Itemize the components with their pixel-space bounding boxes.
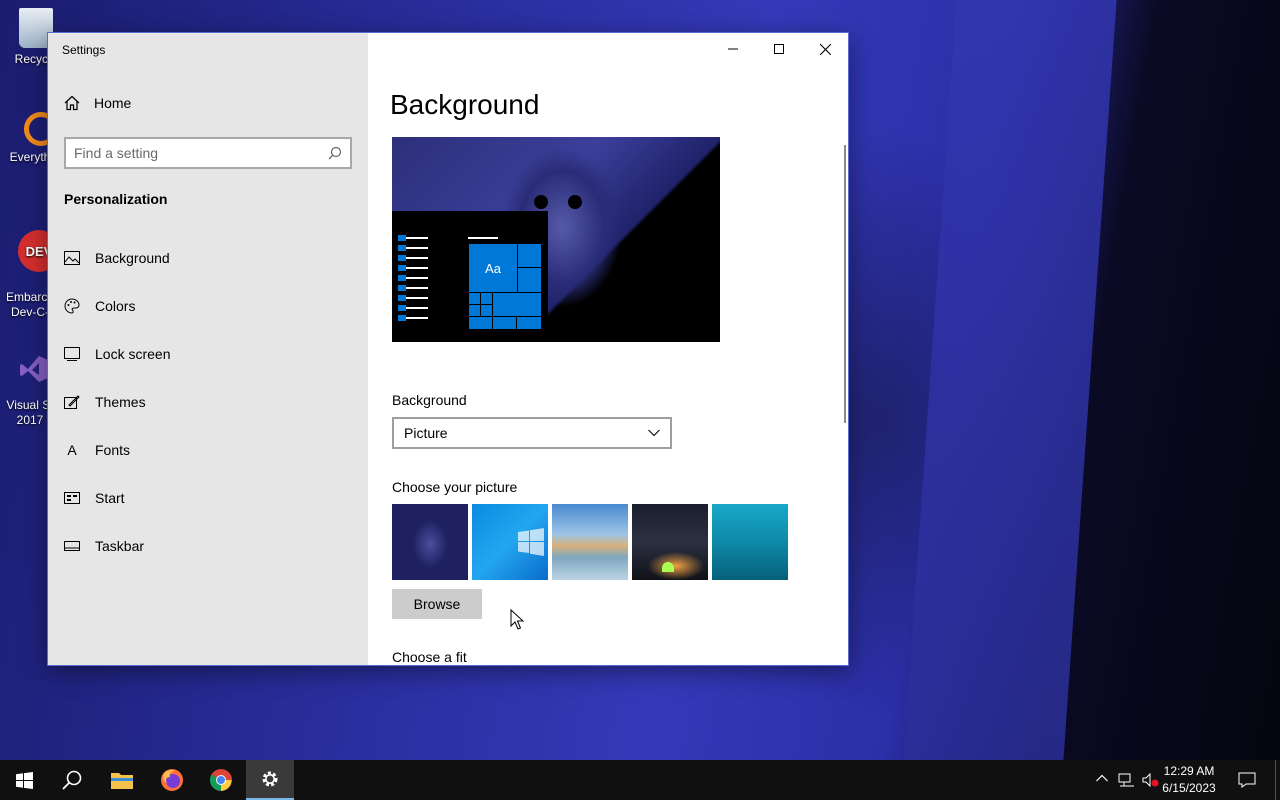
settings-taskbar-button[interactable]	[246, 760, 294, 800]
taskbar-icon	[64, 538, 80, 554]
preview-tile: Aa	[468, 243, 518, 293]
action-center-icon[interactable]	[1238, 772, 1256, 791]
window-title: Settings	[62, 43, 106, 57]
browse-button[interactable]: Browse	[392, 589, 482, 619]
thumbnail-windows-blue[interactable]	[472, 504, 548, 580]
folder-icon	[111, 773, 133, 789]
brush-icon	[64, 394, 80, 410]
preview-app-list	[398, 235, 428, 327]
sidebar-item-themes[interactable]: Themes	[48, 382, 368, 422]
sidebar-item-fonts[interactable]: A Fonts	[48, 430, 368, 470]
sidebar-item-label: Taskbar	[95, 538, 145, 554]
sidebar-item-lock-screen[interactable]: Lock screen	[48, 334, 368, 374]
start-button[interactable]	[0, 760, 48, 800]
choose-picture-label: Choose your picture	[392, 479, 518, 495]
sidebar-item-background[interactable]: Background	[48, 238, 368, 278]
main-content: Background Aa Background Picture Choose …	[368, 33, 848, 665]
start-icon	[64, 490, 80, 506]
sidebar-item-taskbar[interactable]: Taskbar	[48, 526, 368, 566]
home-label: Home	[94, 95, 132, 111]
search-input[interactable]: Find a setting	[64, 137, 352, 169]
file-explorer-button[interactable]	[98, 760, 146, 800]
scrollbar[interactable]	[844, 145, 846, 423]
lock-screen-icon	[64, 346, 80, 362]
mouse-cursor	[510, 609, 524, 630]
thumbnail-cat-wallpaper[interactable]	[392, 504, 468, 580]
show-desktop-button[interactable]	[1275, 760, 1280, 800]
sidebar-item-label: Colors	[95, 298, 136, 314]
windows-logo-icon	[518, 528, 544, 556]
background-preview: Aa	[392, 137, 720, 342]
settings-window: Settings Home Find a setting Personaliza…	[48, 33, 848, 665]
wallpaper-shape	[903, 0, 1117, 760]
network-icon[interactable]	[1118, 773, 1136, 790]
sidebar: Settings Home Find a setting Personaliza…	[48, 33, 368, 665]
fonts-icon: A	[67, 442, 77, 458]
firefox-icon	[161, 769, 183, 791]
thumbnail-beach-reflection[interactable]	[552, 504, 628, 580]
sidebar-item-label: Themes	[95, 394, 146, 410]
picture-thumbnails	[392, 504, 792, 580]
system-clock[interactable]: 12:29 AM 6/15/2023	[1154, 763, 1224, 797]
sidebar-item-colors[interactable]: Colors	[48, 286, 368, 326]
palette-icon	[64, 298, 80, 314]
sidebar-item-label: Start	[95, 490, 125, 506]
chevron-up-icon[interactable]	[1096, 770, 1108, 785]
taskbar: 12:29 AM 6/15/2023	[0, 760, 1280, 800]
thumbnail-night-sky-tent[interactable]	[632, 504, 708, 580]
firefox-button[interactable]	[148, 760, 196, 800]
search-placeholder: Find a setting	[74, 145, 159, 161]
windows-start-icon	[15, 771, 33, 789]
section-title: Personalization	[64, 191, 168, 207]
sidebar-item-start[interactable]: Start	[48, 478, 368, 518]
chevron-down-icon	[648, 429, 660, 437]
choose-fit-label: Choose a fit	[392, 649, 467, 665]
background-type-dropdown[interactable]: Picture	[392, 417, 672, 449]
dropdown-value: Picture	[404, 425, 448, 441]
sidebar-item-label: Background	[95, 250, 170, 266]
clock-date: 6/15/2023	[1162, 781, 1216, 795]
search-icon	[328, 146, 342, 160]
sidebar-item-label: Lock screen	[95, 346, 171, 362]
clock-time: 12:29 AM	[1163, 764, 1215, 778]
picture-icon	[64, 250, 80, 266]
search-icon	[62, 770, 82, 790]
chrome-button[interactable]	[197, 760, 245, 800]
sidebar-item-label: Fonts	[95, 442, 131, 458]
thumbnail-underwater-swimmer[interactable]	[712, 504, 788, 580]
home-icon	[64, 95, 80, 111]
chrome-icon	[210, 769, 232, 791]
search-button[interactable]	[48, 760, 96, 800]
page-title: Background	[390, 89, 540, 120]
background-label: Background	[392, 392, 467, 408]
sidebar-home[interactable]: Home	[64, 95, 131, 111]
gear-icon	[262, 771, 278, 787]
